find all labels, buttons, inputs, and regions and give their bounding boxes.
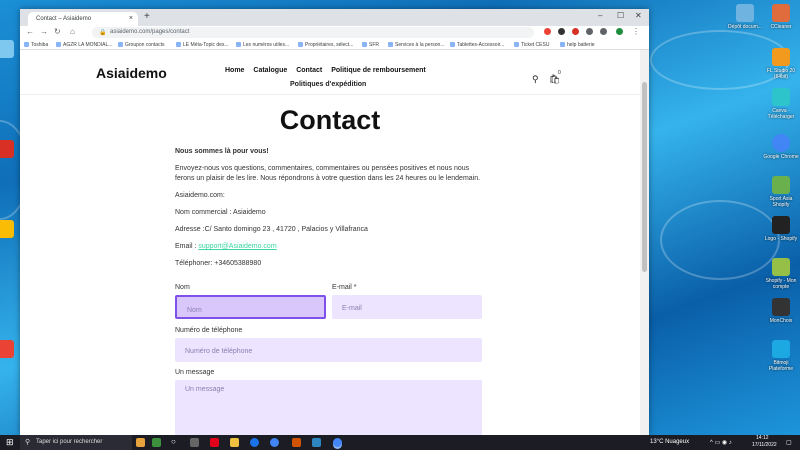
- desktop-icon[interactable]: Shopify - Mon compte: [762, 258, 800, 290]
- file-explorer-icon[interactable]: [230, 438, 239, 447]
- tab-bar: Contact – Asiaidemo × + – ☐ ✕: [20, 9, 649, 26]
- scrollbar-thumb[interactable]: [642, 82, 647, 272]
- extension-icon[interactable]: [572, 28, 579, 35]
- nav-shipping-policy[interactable]: Politiques d'expédition: [290, 81, 366, 88]
- profile-avatar[interactable]: [616, 28, 623, 35]
- sidebar-icon[interactable]: [600, 28, 607, 35]
- close-tab-icon[interactable]: ×: [129, 15, 133, 22]
- desktop-icon[interactable]: Logo - Shopify: [762, 216, 800, 242]
- address-line: Adresse :C/ Santo domingo 23 , 41720 , P…: [175, 226, 368, 233]
- menu-icon[interactable]: ⋮: [632, 27, 640, 36]
- name-label: Nom: [175, 284, 190, 291]
- new-tab-icon[interactable]: +: [144, 11, 150, 22]
- nav-contact[interactable]: Contact: [296, 67, 322, 74]
- phone-label: Numéro de téléphone: [175, 327, 243, 334]
- intro-heading: Nous sommes là pour vous!: [175, 148, 269, 155]
- desktop-icon[interactable]: Google Chrome: [762, 134, 800, 160]
- bookmark-item[interactable]: Propriétaires, sélect...: [298, 42, 353, 48]
- email-link[interactable]: support@Asiaidemo.com: [198, 243, 276, 250]
- site-line: Asiaidemo.com:: [175, 192, 225, 199]
- browser-tab[interactable]: Contact – Asiaidemo ×: [28, 12, 138, 26]
- task-view-icon[interactable]: ○: [171, 437, 176, 446]
- forward-icon[interactable]: →: [40, 27, 48, 36]
- extension-icon[interactable]: [544, 28, 551, 35]
- name-field[interactable]: Nom: [175, 295, 326, 319]
- nav-home[interactable]: Home: [225, 67, 244, 74]
- main-nav: Home Catalogue Contact Politique de remb…: [225, 67, 433, 74]
- task-view-icon[interactable]: [190, 438, 199, 447]
- clock-time[interactable]: 14:12: [756, 435, 769, 441]
- tab-title: Contact – Asiaidemo: [36, 16, 92, 22]
- extensions-puzzle-icon[interactable]: [586, 28, 593, 35]
- app-icon[interactable]: [292, 438, 301, 447]
- bookmark-item[interactable]: AGZR LA MONDIAL...: [56, 42, 112, 48]
- bookmark-item[interactable]: Services à la person...: [388, 42, 444, 48]
- company-line: Nom commercial : Asiaidemo: [175, 209, 266, 216]
- cart-count: 0: [558, 70, 561, 76]
- browser-toolbar: ← → ↻ ⌂ 🔒 asiaidemo.com/pages/contact ⋮: [20, 26, 649, 40]
- url-text: asiaidemo.com/pages/contact: [110, 29, 190, 35]
- page-scrollbar[interactable]: [640, 50, 649, 435]
- desktop-icon[interactable]: MonChoix: [762, 298, 800, 324]
- chrome-active-icon[interactable]: [333, 438, 342, 447]
- web-page: Asiaidemo Home Catalogue Contact Politiq…: [20, 50, 640, 435]
- clock-date[interactable]: 17/11/2022: [752, 442, 777, 448]
- maximize-icon[interactable]: ☐: [617, 11, 624, 20]
- desktop-icon[interactable]: Dépôt docum...: [726, 4, 764, 30]
- notifications-icon[interactable]: ▢: [786, 439, 792, 446]
- back-icon[interactable]: ←: [26, 27, 34, 36]
- email-field[interactable]: E-mail: [332, 295, 482, 319]
- widget-icon[interactable]: [136, 438, 145, 447]
- message-field[interactable]: Un message: [175, 380, 482, 435]
- desktop-icon[interactable]: Canva - Télécharger: [762, 88, 800, 120]
- desktop-icon[interactable]: CCleaner: [762, 4, 800, 30]
- header-divider: [20, 94, 640, 95]
- message-label: Un message: [175, 369, 215, 376]
- bookmark-item[interactable]: Les numéros utiles...: [236, 42, 289, 48]
- phone-line: Téléphoner: +34605388980: [175, 260, 262, 267]
- extension-icon[interactable]: [558, 28, 565, 35]
- email-line: Email : support@Asiaidemo.com: [175, 243, 277, 250]
- tray-icons[interactable]: ^ ▭ ◉ ♪: [710, 439, 732, 446]
- taskbar: ⊞ ⚲ Taper ici pour rechercher ○ 13°C Nua…: [0, 435, 800, 450]
- search-icon: ⚲: [25, 439, 31, 446]
- bookmark-item[interactable]: SFR: [362, 42, 379, 48]
- taskbar-search-placeholder: Taper ici pour rechercher: [36, 439, 103, 445]
- weather-status[interactable]: 13°C Nuageux: [650, 439, 689, 445]
- home-icon[interactable]: ⌂: [70, 27, 75, 36]
- phone-field[interactable]: Numéro de téléphone: [175, 338, 482, 362]
- app-icon[interactable]: [312, 438, 321, 447]
- email-label: E-mail *: [332, 284, 357, 291]
- bookmark-item[interactable]: Groupon contacts: [118, 42, 164, 48]
- lock-icon: 🔒: [99, 30, 107, 36]
- browser-window: Contact – Asiaidemo × + – ☐ ✕ ← → ↻ ⌂ 🔒 …: [20, 9, 649, 435]
- nav-refund-policy[interactable]: Politique de remboursement: [331, 67, 426, 74]
- windows-start-icon[interactable]: ⊞: [6, 437, 14, 448]
- bookmark-item[interactable]: Toshiba: [24, 42, 48, 48]
- intro-text: Envoyez-nous vos questions, commentaires…: [175, 165, 481, 182]
- bookmark-item[interactable]: LE Méta-Topic des...: [176, 42, 229, 48]
- bookmark-item[interactable]: Tablettes-Accessoir...: [450, 42, 504, 48]
- contact-info: Nous sommes là pour vous! Envoyez-nous v…: [175, 147, 485, 276]
- taskbar-search[interactable]: ⚲ Taper ici pour rechercher: [20, 435, 132, 450]
- search-icon[interactable]: ⚲: [532, 74, 539, 85]
- page-title: Contact: [279, 105, 381, 135]
- desktop-icon[interactable]: FL Studio 20 (64bit): [762, 48, 800, 80]
- bookmark-item[interactable]: help batterie: [560, 42, 595, 48]
- widget-icon[interactable]: [152, 438, 161, 447]
- desktop-icon[interactable]: Bitmoji Plateforme: [762, 340, 800, 372]
- address-bar[interactable]: 🔒 asiaidemo.com/pages/contact: [92, 27, 534, 38]
- reload-icon[interactable]: ↻: [54, 27, 61, 36]
- sfr-app-icon[interactable]: [210, 438, 219, 447]
- site-logo[interactable]: Asiaidemo: [96, 65, 167, 81]
- desktop-icon[interactable]: Sport Asia Shopify: [762, 176, 800, 208]
- chrome-browser-icon[interactable]: [270, 438, 279, 447]
- close-window-icon[interactable]: ✕: [635, 11, 642, 20]
- bookmarks-bar: Toshiba AGZR LA MONDIAL... Groupon conta…: [20, 40, 649, 50]
- edge-browser-icon[interactable]: [250, 438, 259, 447]
- minimize-icon[interactable]: –: [598, 11, 602, 20]
- bookmark-item[interactable]: Ticket CESU: [514, 42, 549, 48]
- nav-catalogue[interactable]: Catalogue: [253, 67, 287, 74]
